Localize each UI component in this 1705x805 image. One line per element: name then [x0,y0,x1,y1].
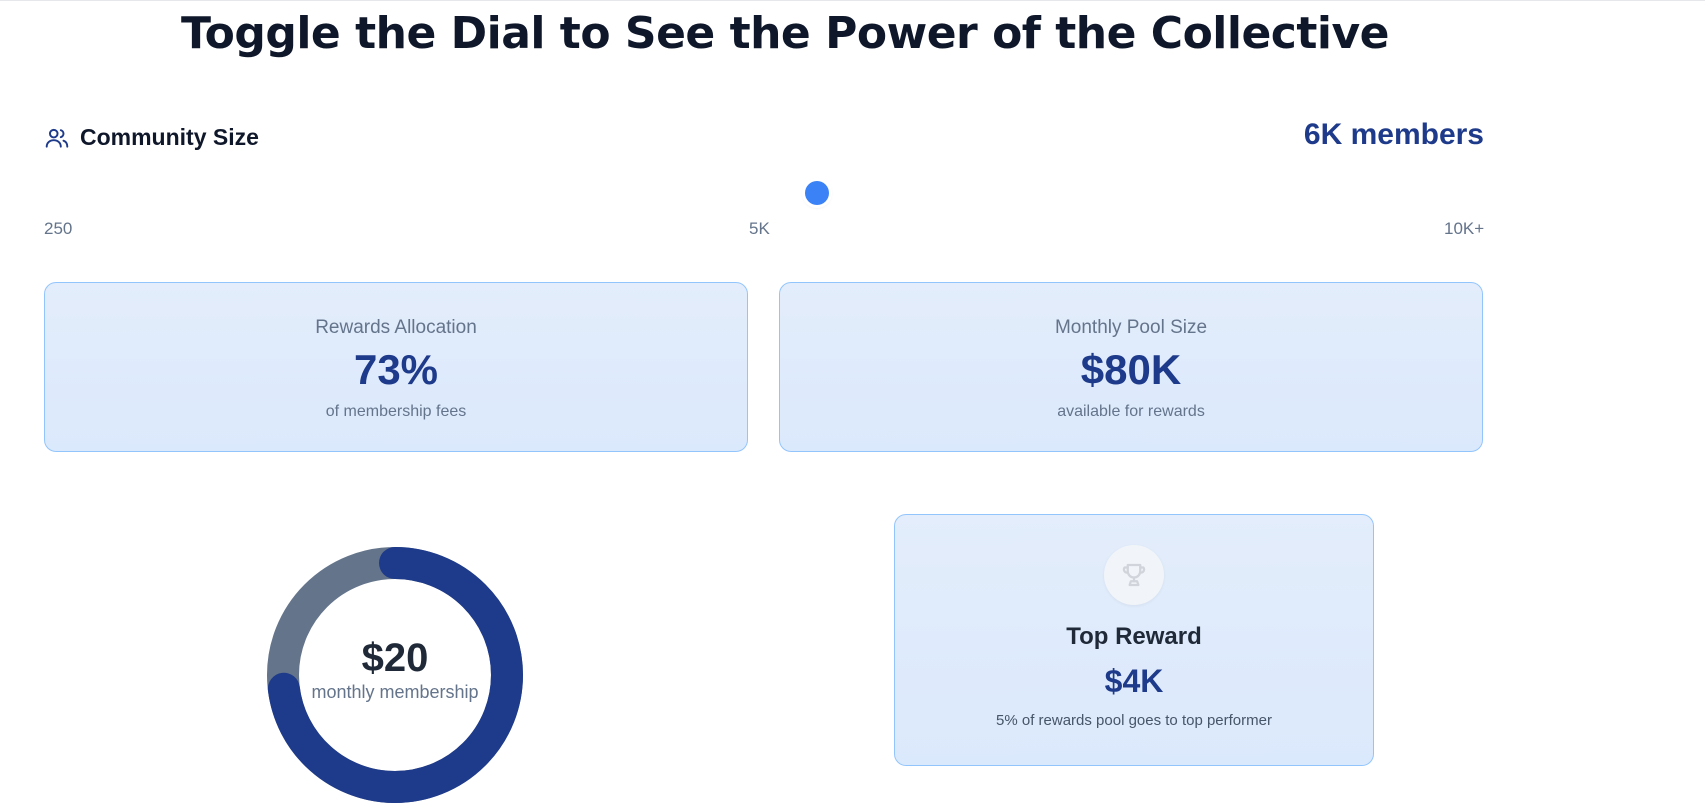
top-reward-title: Top Reward [1066,623,1202,650]
membership-caption: monthly membership [311,682,479,702]
trophy-icon [1122,563,1146,587]
slider-thumb[interactable] [805,181,829,205]
rewards-allocation-value: 73% [353,346,439,393]
community-size-label-group: Community Size [44,124,259,151]
top-reward-card: Top Reward $4K 5% of rewards pool goes t… [894,514,1374,766]
rewards-allocation-sub: of membership fees [325,403,467,421]
rewards-allocation-label: Rewards Allocation [315,317,477,338]
monthly-pool-value: $80K [1080,346,1182,393]
community-size-label: Community Size [80,124,259,150]
membership-price: $20 [361,636,429,680]
users-icon [44,125,70,151]
donut-center-label: $20 monthly membership [265,636,525,703]
top-divider [0,0,1705,1]
top-reward-value: $4K [1104,663,1164,699]
members-count: 6K members [1303,118,1484,151]
trophy-badge [1104,545,1164,605]
rewards-allocation-card: Rewards Allocation 73% of membership fee… [44,282,748,452]
slider-min-label: 250 [44,219,73,238]
top-reward-description: 5% of rewards pool goes to top performer [996,712,1272,729]
monthly-pool-sub: available for rewards [1057,403,1205,421]
monthly-pool-label: Monthly Pool Size [1054,317,1208,338]
slider-mid-label: 5K [749,219,770,238]
community-size-slider[interactable] [44,186,1484,200]
page-title: Toggle the Dial to See the Power of the … [180,8,1390,59]
community-size-header: Community Size 6K members [44,118,1484,158]
monthly-pool-card: Monthly Pool Size $80K available for rew… [779,282,1483,452]
slider-max-label: 10K+ [1444,219,1485,238]
